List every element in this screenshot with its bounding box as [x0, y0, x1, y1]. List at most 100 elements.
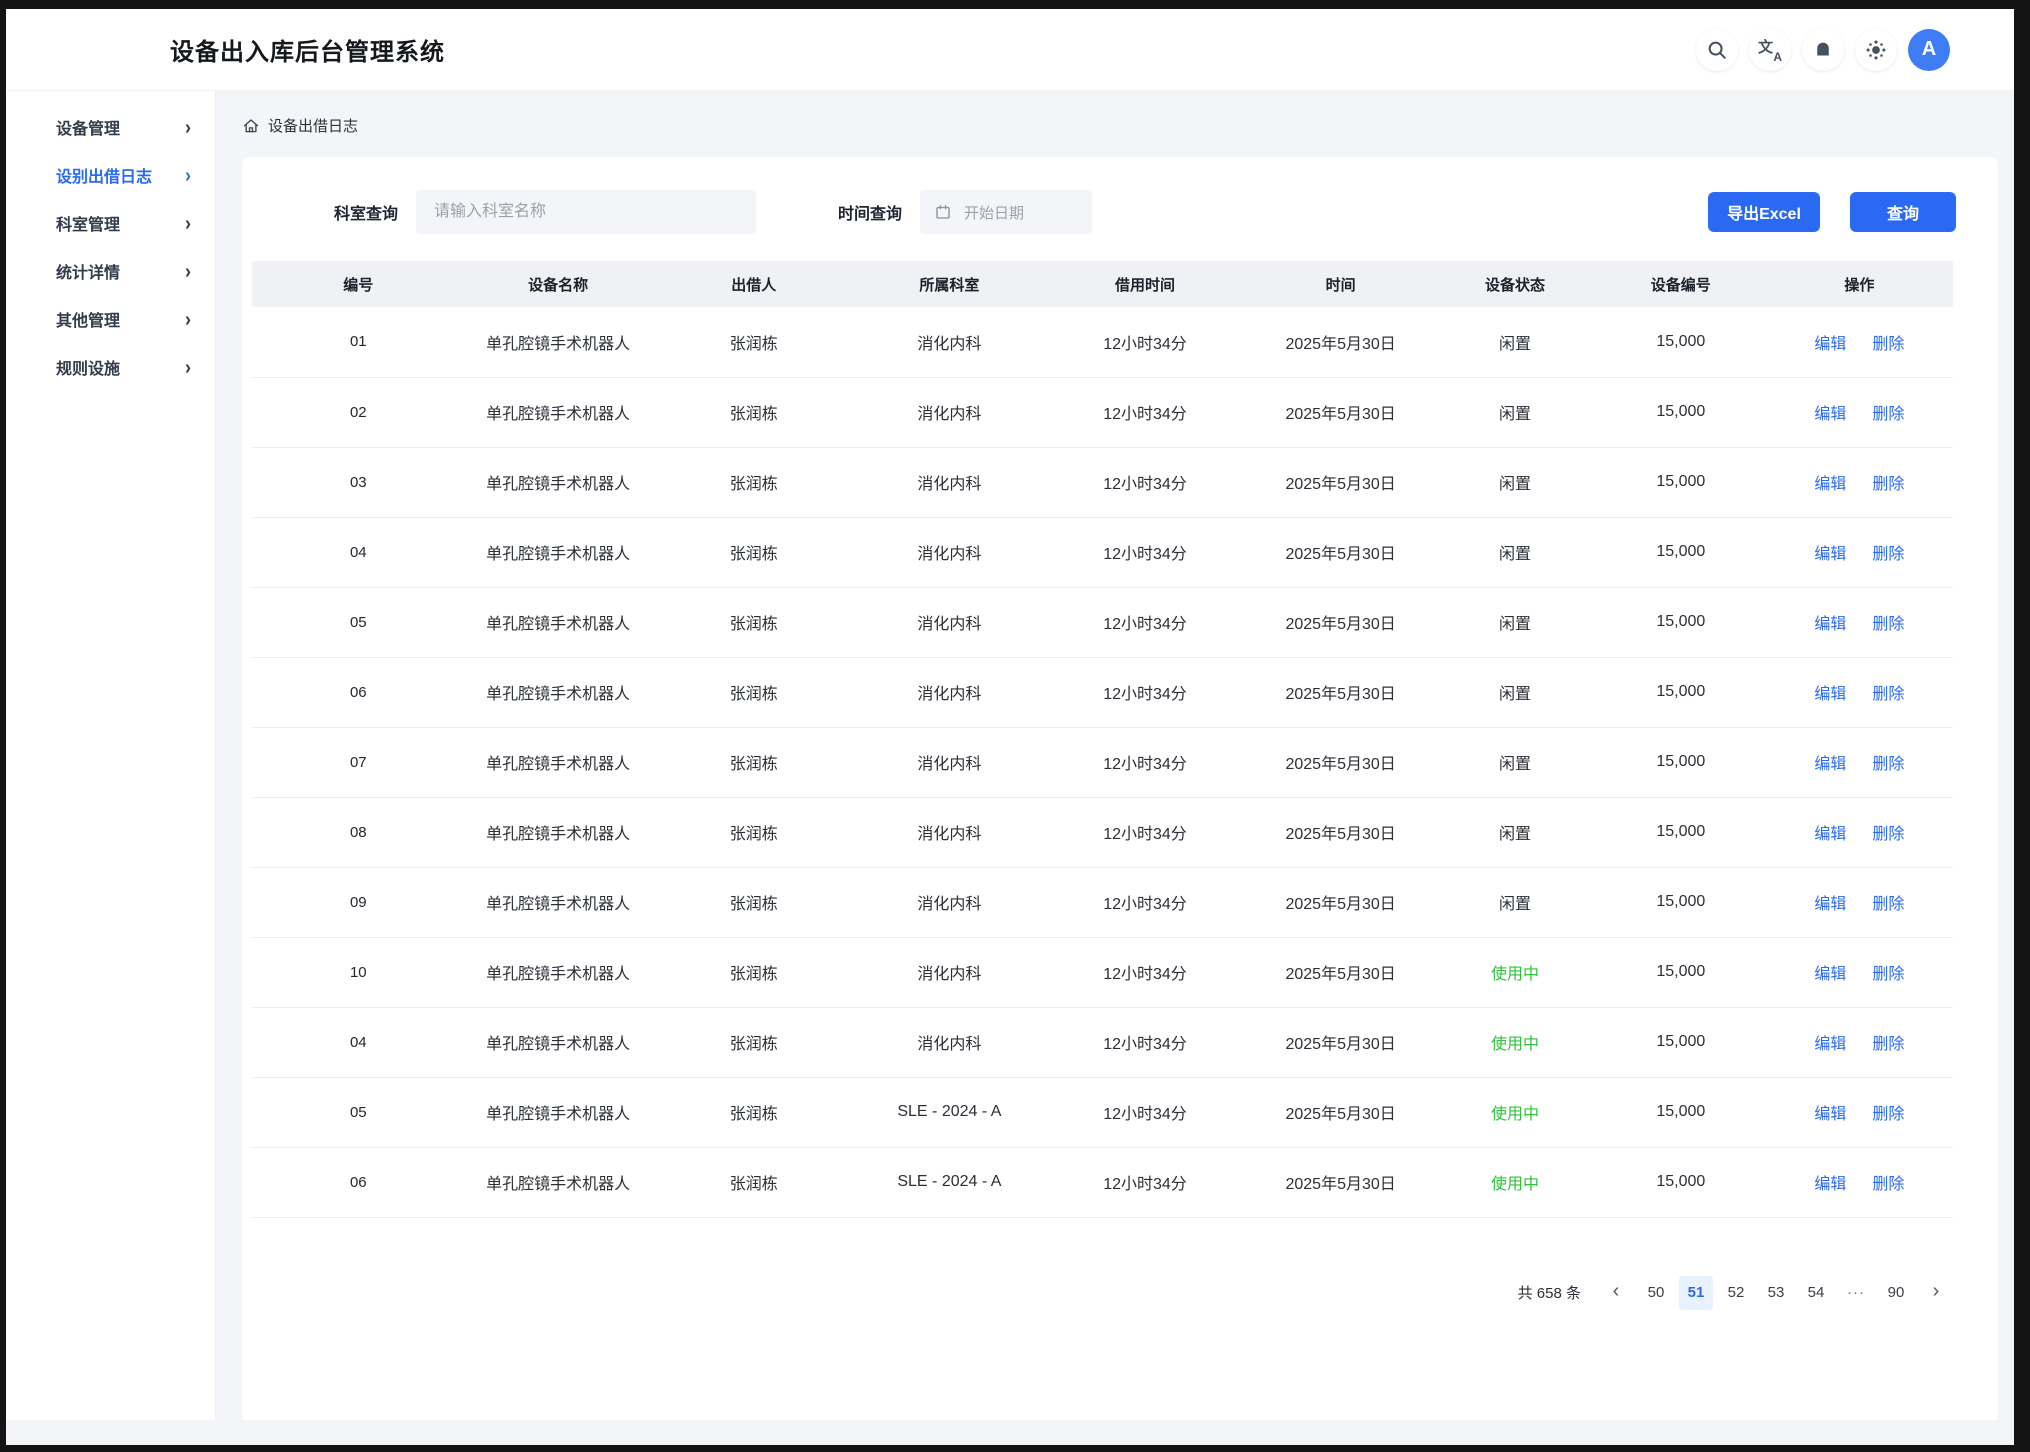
translate-button[interactable]: 文A [1749, 29, 1791, 71]
export-excel-button[interactable]: 导出Excel [1708, 192, 1820, 232]
delete-link[interactable]: 删除 [1872, 336, 1904, 353]
cell-department: 消化内科 [856, 797, 1043, 867]
edit-link[interactable]: 编辑 [1814, 826, 1846, 843]
prev-page-button[interactable]: ‹ [1599, 1276, 1633, 1310]
chevron-right-icon: › [185, 355, 191, 379]
edit-link[interactable]: 编辑 [1814, 616, 1846, 633]
delete-link[interactable]: 删除 [1872, 826, 1904, 843]
cell-date: 2025年5月30日 [1247, 447, 1434, 517]
delete-link[interactable]: 删除 [1872, 1176, 1904, 1193]
edit-link[interactable]: 编辑 [1814, 476, 1846, 493]
delete-link[interactable]: 删除 [1872, 546, 1904, 563]
cell-device-name: 单孔腔镜手术机器人 [465, 937, 652, 1007]
query-button[interactable]: 查询 [1850, 192, 1956, 232]
column-header: 操作 [1766, 261, 1953, 307]
sidebar-item[interactable]: 统计详情› [6, 247, 215, 295]
delete-link[interactable]: 删除 [1872, 1106, 1904, 1123]
log-table-wrap: 编号设备名称出借人所属科室借用时间时间设备状态设备编号操作 01单孔腔镜手术机器… [252, 261, 1953, 1218]
delete-link[interactable]: 删除 [1872, 896, 1904, 913]
edit-link[interactable]: 编辑 [1814, 896, 1846, 913]
cell-status: 闲置 [1434, 727, 1596, 797]
search-button[interactable] [1696, 29, 1738, 71]
cell-no: 06 [252, 1147, 465, 1217]
edit-link[interactable]: 编辑 [1814, 1176, 1846, 1193]
cell-device-name: 单孔腔镜手术机器人 [465, 377, 652, 447]
notification-icon [1812, 39, 1834, 61]
cell-department: 消化内科 [856, 1007, 1043, 1077]
cell-status: 使用中 [1434, 1077, 1596, 1147]
cell-department: 消化内科 [856, 377, 1043, 447]
page-button[interactable]: 51 [1679, 1276, 1713, 1310]
start-date-picker[interactable]: 开始日期 [920, 190, 1092, 234]
edit-link[interactable]: 编辑 [1814, 406, 1846, 423]
table-row: 01单孔腔镜手术机器人张润栋消化内科12小时34分2025年5月30日闲置15,… [252, 307, 1953, 377]
cell-duration: 12小时34分 [1043, 937, 1247, 1007]
edit-link[interactable]: 编辑 [1814, 756, 1846, 773]
delete-link[interactable]: 删除 [1872, 616, 1904, 633]
sidebar-item[interactable]: 科室管理› [6, 199, 215, 247]
cell-lender: 张润栋 [652, 1147, 856, 1217]
column-header: 时间 [1247, 261, 1434, 307]
dept-search-input[interactable] [416, 190, 756, 234]
edit-link[interactable]: 编辑 [1814, 336, 1846, 353]
page-button[interactable]: 53 [1759, 1276, 1793, 1310]
edit-link[interactable]: 编辑 [1814, 966, 1846, 983]
cell-status: 闲置 [1434, 867, 1596, 937]
cell-date: 2025年5月30日 [1247, 1077, 1434, 1147]
column-header: 设备状态 [1434, 261, 1596, 307]
cell-lender: 张润栋 [652, 377, 856, 447]
sidebar-item[interactable]: 设别出借日志› [6, 151, 215, 199]
delete-link[interactable]: 删除 [1872, 406, 1904, 423]
user-avatar[interactable]: A [1908, 29, 1950, 71]
page-button[interactable]: 90 [1879, 1276, 1913, 1310]
cell-device-code: 15,000 [1596, 1147, 1766, 1217]
page-button[interactable]: 50 [1639, 1276, 1673, 1310]
pagination: 共 658 条 ‹5051525354···90› [242, 1276, 1953, 1310]
cell-lender: 张润栋 [652, 657, 856, 727]
cell-lender: 张润栋 [652, 727, 856, 797]
header-actions: 文A [1696, 29, 2014, 71]
cell-device-code: 15,000 [1596, 517, 1766, 587]
page-button[interactable]: 54 [1799, 1276, 1833, 1310]
cell-date: 2025年5月30日 [1247, 1147, 1434, 1217]
theme-button[interactable] [1855, 29, 1897, 71]
delete-link[interactable]: 删除 [1872, 476, 1904, 493]
cell-operations: 编辑 删除 [1766, 1007, 1953, 1077]
cell-operations: 编辑 删除 [1766, 1077, 1953, 1147]
translate-icon: 文A [1758, 38, 1782, 62]
notification-button[interactable] [1802, 29, 1844, 71]
cell-status: 使用中 [1434, 1147, 1596, 1217]
sidebar-nav: 设备管理›设别出借日志›科室管理›统计详情›其他管理›规则设施› [6, 91, 216, 1420]
delete-link[interactable]: 删除 [1872, 756, 1904, 773]
app-window: 设备出入库后台管理系统 文A [6, 9, 2014, 1445]
cell-duration: 12小时34分 [1043, 377, 1247, 447]
cell-date: 2025年5月30日 [1247, 797, 1434, 867]
edit-link[interactable]: 编辑 [1814, 686, 1846, 703]
chevron-right-icon: › [185, 115, 191, 139]
cell-device-code: 15,000 [1596, 587, 1766, 657]
cell-device-code: 15,000 [1596, 447, 1766, 517]
cell-status: 闲置 [1434, 377, 1596, 447]
next-page-button[interactable]: › [1919, 1276, 1953, 1310]
cell-status: 闲置 [1434, 307, 1596, 377]
table-row: 04单孔腔镜手术机器人张润栋消化内科12小时34分2025年5月30日使用中15… [252, 1007, 1953, 1077]
sidebar-item[interactable]: 设备管理› [6, 103, 215, 151]
top-header: 设备出入库后台管理系统 文A [6, 9, 2014, 91]
cell-date: 2025年5月30日 [1247, 517, 1434, 587]
cell-duration: 12小时34分 [1043, 727, 1247, 797]
edit-link[interactable]: 编辑 [1814, 546, 1846, 563]
cell-device-code: 15,000 [1596, 1007, 1766, 1077]
cell-device-code: 15,000 [1596, 1077, 1766, 1147]
edit-link[interactable]: 编辑 [1814, 1036, 1846, 1053]
edit-link[interactable]: 编辑 [1814, 1106, 1846, 1123]
delete-link[interactable]: 删除 [1872, 1036, 1904, 1053]
cell-lender: 张润栋 [652, 797, 856, 867]
sidebar-item[interactable]: 规则设施› [6, 343, 215, 391]
delete-link[interactable]: 删除 [1872, 686, 1904, 703]
cell-lender: 张润栋 [652, 1007, 856, 1077]
delete-link[interactable]: 删除 [1872, 966, 1904, 983]
cell-duration: 12小时34分 [1043, 867, 1247, 937]
sidebar-item[interactable]: 其他管理› [6, 295, 215, 343]
cell-status: 使用中 [1434, 937, 1596, 1007]
page-button[interactable]: 52 [1719, 1276, 1753, 1310]
